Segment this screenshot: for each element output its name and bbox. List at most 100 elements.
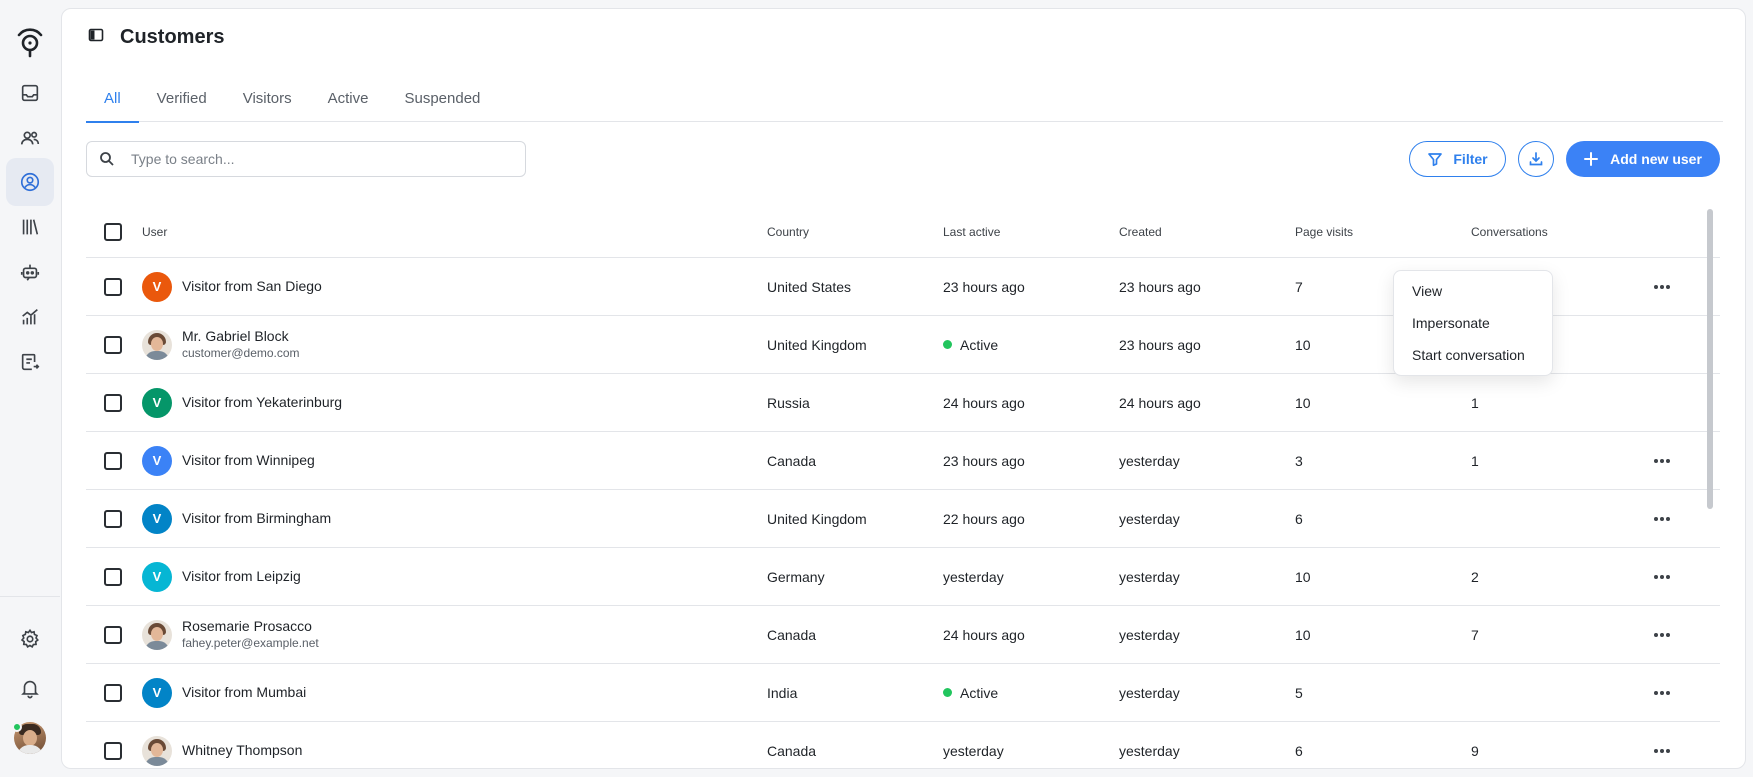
- table-row[interactable]: V Visitor from Birmingham United Kingdom 22…: [86, 490, 1720, 548]
- last-active-cell: Active: [960, 336, 999, 353]
- row-checkbox[interactable]: [104, 741, 122, 760]
- user-cell[interactable]: V Visitor from Mumbai: [142, 664, 306, 721]
- add-new-user-button[interactable]: Add new user: [1566, 141, 1720, 177]
- more-actions-icon[interactable]: [1650, 681, 1674, 705]
- row-checkbox[interactable]: [104, 509, 122, 528]
- page-title: Customers: [120, 26, 225, 48]
- export-list-icon[interactable]: [6, 338, 54, 386]
- user-cell[interactable]: V Visitor from Winnipeg: [142, 432, 315, 489]
- avatar: [142, 735, 172, 766]
- column-header-conversations[interactable]: Conversations: [1471, 206, 1548, 257]
- last-active-cell: 23 hours ago: [943, 278, 1025, 295]
- user-cell[interactable]: V Visitor from San Diego: [142, 258, 322, 315]
- avatar: [142, 329, 172, 360]
- avatar: V: [142, 445, 172, 476]
- sidebar-toggle-icon[interactable]: [88, 27, 104, 48]
- filter-button[interactable]: Filter: [1409, 141, 1506, 177]
- user-cell[interactable]: Rosemarie Prosacco fahey.peter@example.ne…: [142, 606, 319, 663]
- country-cell: Canada: [767, 742, 817, 759]
- user-name: Whitney Thompson: [182, 742, 303, 758]
- avatar: V: [142, 271, 172, 302]
- more-actions-icon[interactable]: [1650, 623, 1674, 647]
- country-cell: India: [767, 684, 798, 701]
- table-row[interactable]: Rosemarie Prosacco fahey.peter@example.ne…: [86, 606, 1720, 664]
- more-actions-icon[interactable]: [1650, 739, 1674, 763]
- user-cell[interactable]: V Visitor from Leipzig: [142, 548, 301, 605]
- created-cell: yesterday: [1119, 510, 1180, 527]
- download-icon: [1529, 152, 1543, 166]
- status-badge: Active: [943, 337, 998, 353]
- last-active-cell: 24 hours ago: [943, 394, 1025, 411]
- page-visits-cell: 10: [1295, 336, 1311, 353]
- country-cell: United Kingdom: [767, 510, 867, 527]
- column-header-user[interactable]: User: [142, 206, 167, 257]
- row-checkbox[interactable]: [104, 277, 122, 296]
- column-header-last-active[interactable]: Last active: [943, 206, 1000, 257]
- user-name: Visitor from San Diego: [182, 278, 322, 294]
- page-visits-cell: 10: [1295, 626, 1311, 643]
- table-row[interactable]: Whitney Thompson Canada yesterday yesterday…: [86, 722, 1720, 768]
- tab-verified[interactable]: Verified: [139, 74, 225, 122]
- inbox-icon[interactable]: [6, 69, 54, 117]
- row-checkbox[interactable]: [104, 567, 122, 586]
- avatar: V: [142, 387, 172, 418]
- page-visits-cell: 6: [1295, 742, 1303, 759]
- tab-visitors[interactable]: Visitors: [225, 74, 310, 122]
- library-icon[interactable]: [6, 203, 54, 251]
- search-icon: [100, 152, 114, 166]
- more-actions-icon[interactable]: [1650, 507, 1674, 531]
- analytics-icon[interactable]: [6, 293, 54, 341]
- page-header: Customers: [88, 26, 224, 49]
- more-actions-icon[interactable]: [1650, 565, 1674, 589]
- customer-tabs: All Verified Visitors Active Suspended: [86, 74, 1723, 123]
- column-header-country[interactable]: Country: [767, 206, 809, 257]
- column-header-page-visits[interactable]: Page visits: [1295, 206, 1353, 257]
- bell-icon[interactable]: [6, 664, 54, 712]
- table-row[interactable]: V Visitor from Winnipeg Canada 23 hours ago…: [86, 432, 1720, 490]
- plus-icon: [1584, 152, 1599, 166]
- country-cell: Russia: [767, 394, 810, 411]
- menu-item-start-conversation[interactable]: Start conversation: [1394, 339, 1552, 371]
- user-cell[interactable]: Mr. Gabriel Block customer@demo.com: [142, 316, 300, 373]
- tab-active[interactable]: Active: [310, 74, 387, 122]
- main-panel: Customers All Verified Visitors Active S…: [61, 8, 1746, 769]
- row-checkbox[interactable]: [104, 393, 122, 412]
- menu-item-impersonate[interactable]: Impersonate: [1394, 307, 1552, 339]
- bot-icon[interactable]: [6, 248, 54, 296]
- table-row[interactable]: V Visitor from Leipzig Germany yesterday yes…: [86, 548, 1720, 606]
- row-checkbox[interactable]: [104, 625, 122, 644]
- user-cell[interactable]: V Visitor from Yekaterinburg: [142, 374, 342, 431]
- conversations-cell: 1: [1471, 394, 1479, 411]
- status-badge: Active: [943, 685, 998, 701]
- last-active-cell: 23 hours ago: [943, 452, 1025, 469]
- created-cell: yesterday: [1119, 684, 1180, 701]
- tab-all[interactable]: All: [86, 74, 139, 123]
- more-actions-icon[interactable]: [1650, 449, 1674, 473]
- menu-item-view[interactable]: View: [1394, 275, 1552, 307]
- logo-icon[interactable]: [10, 22, 50, 62]
- scrollbar-thumb[interactable]: [1707, 209, 1713, 509]
- download-button[interactable]: [1518, 141, 1554, 177]
- avatar: V: [142, 561, 172, 592]
- last-active-cell: yesterday: [943, 568, 1004, 585]
- row-checkbox[interactable]: [104, 335, 122, 354]
- table-row[interactable]: V Visitor from Mumbai India Active yesterday…: [86, 664, 1720, 722]
- user-circle-icon[interactable]: [6, 158, 54, 206]
- row-checkbox[interactable]: [104, 451, 122, 470]
- filter-label: Filter: [1453, 151, 1488, 167]
- select-all-checkbox[interactable]: [104, 222, 122, 241]
- row-checkbox[interactable]: [104, 683, 122, 702]
- more-actions-icon[interactable]: [1650, 275, 1674, 299]
- user-name: Visitor from Yekaterinburg: [182, 394, 343, 410]
- search-input[interactable]: [131, 151, 511, 167]
- created-cell: yesterday: [1119, 452, 1180, 469]
- user-cell[interactable]: V Visitor from Birmingham: [142, 490, 331, 547]
- row-actions-menu: View Impersonate Start conversation: [1393, 270, 1553, 376]
- tab-suspended[interactable]: Suspended: [386, 74, 498, 122]
- user-cell[interactable]: Whitney Thompson: [142, 722, 303, 768]
- table-row[interactable]: V Visitor from Yekaterinburg Russia 24 hour…: [86, 374, 1720, 432]
- last-active-cell: yesterday: [943, 742, 1004, 759]
- gear-icon[interactable]: [6, 615, 54, 663]
- column-header-created[interactable]: Created: [1119, 206, 1162, 257]
- users-icon[interactable]: [6, 114, 54, 162]
